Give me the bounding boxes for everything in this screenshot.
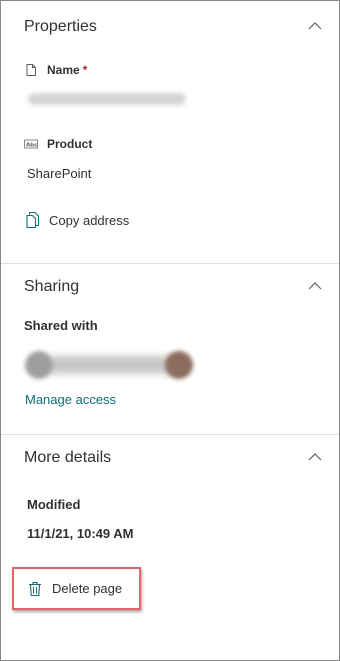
trash-icon [29,581,41,596]
section-divider [1,263,339,264]
delete-page-label: Delete page [52,581,123,596]
copy-address-button[interactable]: Copy address [25,208,129,232]
avatar-group [45,356,183,374]
manage-access-link[interactable]: Manage access [25,392,116,407]
more-details-header[interactable]: More details [1,447,339,471]
more-details-title: More details [24,449,112,466]
avatar[interactable] [165,351,193,379]
product-field-label: Abc Product [24,136,92,152]
name-field-label: Name * [24,62,87,78]
properties-title: Properties [24,18,97,35]
chevron-up-icon[interactable] [307,20,323,32]
modified-label: Modified [27,497,81,512]
copy-address-label: Copy address [49,212,130,228]
svg-text:Abc: Abc [26,143,37,149]
modified-value: 11/1/21, 10:49 AM [27,526,134,541]
chevron-up-icon[interactable] [307,280,323,292]
name-value-redacted[interactable] [28,93,186,105]
details-pane: Properties Name * Abc Product SharePoint … [0,0,340,661]
avatar[interactable] [25,351,53,379]
chevron-up-icon[interactable] [307,451,323,463]
shared-avatars[interactable] [25,348,195,382]
shared-with-label: Shared with [24,318,98,333]
delete-page-button[interactable]: Delete page [12,567,141,610]
copy-icon [26,211,40,229]
sharing-title: Sharing [24,278,80,295]
sharing-header[interactable]: Sharing [1,276,339,300]
required-marker: * [82,63,88,77]
properties-header[interactable]: Properties [1,16,339,40]
section-divider [1,434,339,435]
name-label: Name [47,63,80,77]
document-icon [26,64,36,76]
product-label: Product [47,137,93,151]
text-field-icon: Abc [24,139,38,149]
product-value[interactable]: SharePoint [27,165,91,183]
